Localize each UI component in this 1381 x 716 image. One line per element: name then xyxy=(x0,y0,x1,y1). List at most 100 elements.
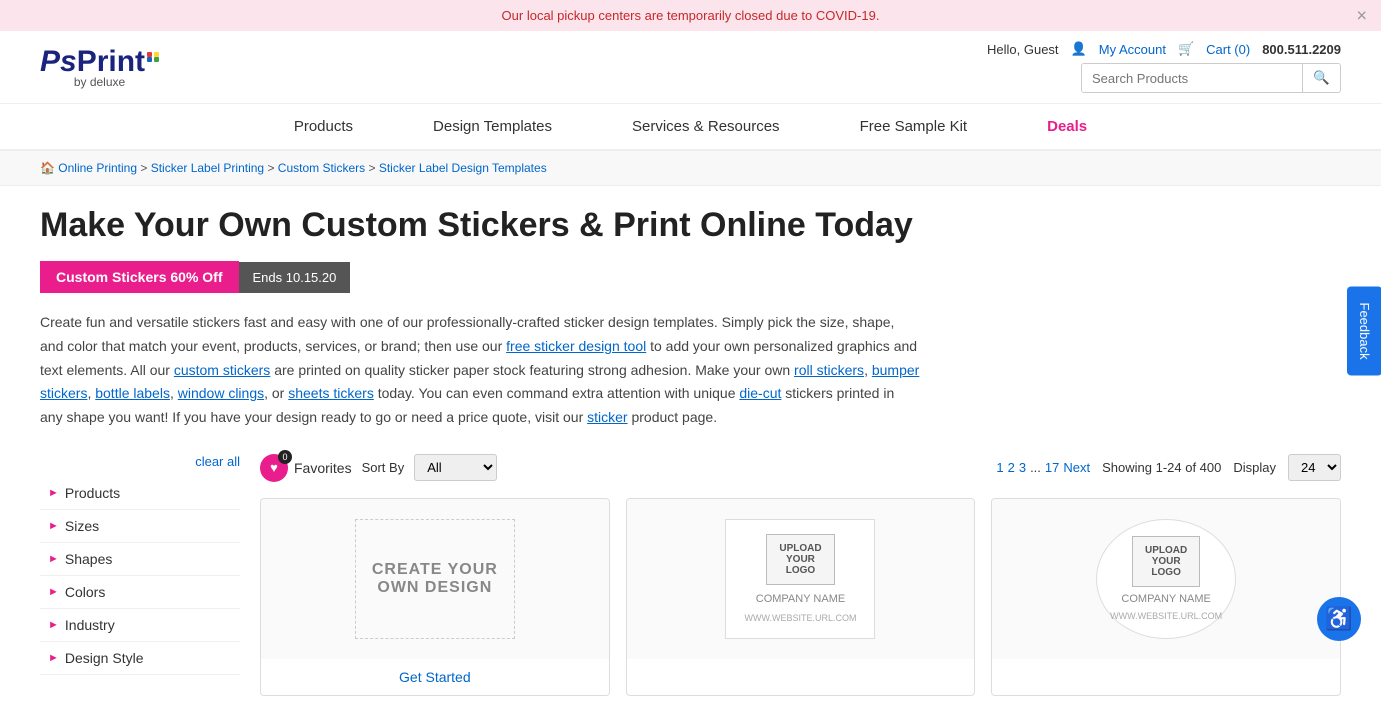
clear-all-button[interactable]: clear all xyxy=(40,454,240,469)
breadcrumb-custom-stickers[interactable]: Custom Stickers xyxy=(278,161,365,175)
product-card-company-rect[interactable]: UPLOADYOURLOGO COMPANY NAME WWW.WEBSITE.… xyxy=(626,498,976,696)
page-next[interactable]: Next xyxy=(1063,460,1090,475)
page-1[interactable]: 1 xyxy=(996,460,1003,475)
nav-link-deals[interactable]: Deals xyxy=(1007,104,1127,149)
search-button[interactable]: 🔍 xyxy=(1302,64,1340,92)
filters-results: clear all ► Products ► Sizes ► Shapes ► … xyxy=(40,454,1341,696)
nav-link-services[interactable]: Services & Resources xyxy=(592,104,820,149)
create-design-box: CREATE YOUROWN DESIGN xyxy=(355,519,515,639)
card-footer-rect xyxy=(627,659,975,679)
arrow-icon: ► xyxy=(48,553,59,565)
description: Create fun and versatile stickers fast a… xyxy=(40,311,920,430)
card-footer-circle xyxy=(992,659,1340,679)
cart-icon: 🛒 xyxy=(1178,41,1194,57)
covid-banner: Our local pickup centers are temporarily… xyxy=(0,0,1381,31)
breadcrumb-sticker-label[interactable]: Sticker Label Printing xyxy=(151,161,264,175)
sort-bar-left: ♥ 0 Favorites Sort By All Newest Popular xyxy=(260,454,497,482)
breadcrumb-sep-3: > xyxy=(368,161,378,175)
nav-link-design-templates[interactable]: Design Templates xyxy=(393,104,592,149)
search-input[interactable] xyxy=(1082,64,1302,92)
filter-industry[interactable]: ► Industry xyxy=(40,609,240,642)
nav-item-design-templates[interactable]: Design Templates xyxy=(393,104,592,149)
page-2[interactable]: 2 xyxy=(1008,460,1015,475)
heart-icon: ♥ 0 xyxy=(260,454,288,482)
card-image-create: CREATE YOUROWN DESIGN xyxy=(261,499,609,659)
feedback-label: Feedback xyxy=(1357,302,1372,359)
promo-bar: Custom Stickers 60% Off Ends 10.15.20 xyxy=(40,261,1341,293)
logo-ps: Ps xyxy=(40,45,77,79)
arrow-icon: ► xyxy=(48,520,59,532)
filter-colors[interactable]: ► Colors xyxy=(40,576,240,609)
favorites-count: 0 xyxy=(278,450,292,464)
nav-item-services[interactable]: Services & Resources xyxy=(592,104,820,149)
header: Ps Print by deluxe Hello, Guest 👤 My Acc… xyxy=(0,31,1381,104)
phone-number: 800.511.2209 xyxy=(1262,42,1341,57)
covid-message: Our local pickup centers are temporarily… xyxy=(502,8,880,23)
bumper-stickers-link[interactable]: bumper stickers xyxy=(40,362,919,402)
nav-link-sample-kit[interactable]: Free Sample Kit xyxy=(820,104,1008,149)
page-17[interactable]: 17 xyxy=(1045,460,1059,475)
custom-stickers-link[interactable]: custom stickers xyxy=(174,362,270,378)
nav-item-sample-kit[interactable]: Free Sample Kit xyxy=(820,104,1008,149)
breadcrumb-design-templates[interactable]: Sticker Label Design Templates xyxy=(379,161,547,175)
products-grid: CREATE YOUROWN DESIGN Get Started UPLOAD… xyxy=(260,498,1341,696)
logo-byline: by deluxe xyxy=(74,75,125,89)
breadcrumb: 🏠 Online Printing > Sticker Label Printi… xyxy=(0,151,1381,186)
logo-dots xyxy=(147,52,159,62)
company-name-circle: COMPANY NAME xyxy=(1121,593,1210,605)
nav-item-deals[interactable]: Deals xyxy=(1007,104,1127,149)
favorites-button[interactable]: ♥ 0 Favorites xyxy=(260,454,352,482)
card-footer-create: Get Started xyxy=(261,659,609,695)
nav-item-products[interactable]: Products xyxy=(254,104,393,149)
arrow-icon: ► xyxy=(48,619,59,631)
filter-list: ► Products ► Sizes ► Shapes ► Colors ► xyxy=(40,477,240,675)
filter-design-style[interactable]: ► Design Style xyxy=(40,642,240,675)
my-account-link[interactable]: My Account xyxy=(1099,42,1166,57)
main-content: Make Your Own Custom Stickers & Print On… xyxy=(0,186,1381,716)
search-bar: 🔍 xyxy=(1081,63,1341,93)
header-right: Hello, Guest 👤 My Account 🛒 Cart (0) 800… xyxy=(987,41,1341,93)
roll-stickers-link[interactable]: roll stickers xyxy=(794,362,864,378)
sheets-tickers-link[interactable]: sheets tickers xyxy=(288,385,374,401)
upload-logo-box-rect: UPLOADYOURLOGO xyxy=(766,534,834,585)
accessibility-button[interactable]: ♿ xyxy=(1317,597,1361,641)
window-clings-link[interactable]: window clings xyxy=(178,385,264,401)
covid-close-button[interactable]: × xyxy=(1356,5,1367,26)
page-3[interactable]: 3 xyxy=(1019,460,1026,475)
product-card-company-circle[interactable]: UPLOADYOURLOGO COMPANY NAME WWW.WEBSITE.… xyxy=(991,498,1341,696)
sort-bar: ♥ 0 Favorites Sort By All Newest Popular xyxy=(260,454,1341,482)
filter-sizes[interactable]: ► Sizes xyxy=(40,510,240,543)
product-card-create: CREATE YOUROWN DESIGN Get Started xyxy=(260,498,610,696)
showing-count: Showing 1-24 of 400 xyxy=(1102,460,1221,475)
breadcrumb-sep-2: > xyxy=(267,161,277,175)
die-cut-link[interactable]: die-cut xyxy=(739,385,781,401)
sort-by-label: Sort By xyxy=(362,460,405,475)
breadcrumb-online-printing[interactable]: Online Printing xyxy=(58,161,137,175)
logo[interactable]: Ps Print by deluxe xyxy=(40,45,159,89)
main-nav: Products Design Templates Services & Res… xyxy=(0,104,1381,151)
free-sticker-tool-link[interactable]: free sticker design tool xyxy=(506,338,646,354)
website-circle: WWW.WEBSITE.URL.COM xyxy=(1110,611,1222,621)
sort-select[interactable]: All Newest Popular xyxy=(414,454,497,481)
card-image-company-rect: UPLOADYOURLOGO COMPANY NAME WWW.WEBSITE.… xyxy=(627,499,975,659)
filter-shapes[interactable]: ► Shapes xyxy=(40,543,240,576)
nav-link-products[interactable]: Products xyxy=(254,104,393,149)
user-icon: 👤 xyxy=(1071,41,1087,57)
bottle-labels-link[interactable]: bottle labels xyxy=(95,385,170,401)
cart-link[interactable]: Cart (0) xyxy=(1206,42,1250,57)
header-top-links: Hello, Guest 👤 My Account 🛒 Cart (0) 800… xyxy=(987,41,1341,57)
display-select[interactable]: 24 48 96 xyxy=(1288,454,1341,481)
get-started-link[interactable]: Get Started xyxy=(399,669,471,685)
filter-label-industry: Industry xyxy=(65,617,115,633)
arrow-icon: ► xyxy=(48,586,59,598)
filter-label-colors: Colors xyxy=(65,584,105,600)
filter-label-shapes: Shapes xyxy=(65,551,112,567)
sticker-page-link[interactable]: sticker xyxy=(587,409,627,425)
search-icon: 🔍 xyxy=(1313,70,1330,85)
filter-products[interactable]: ► Products xyxy=(40,477,240,510)
feedback-tab[interactable]: Feedback xyxy=(1347,286,1381,375)
pagination: 1 2 3 ... 17 Next xyxy=(996,460,1090,475)
filter-label-sizes: Sizes xyxy=(65,518,99,534)
breadcrumb-sep-1: > xyxy=(140,161,150,175)
page-ellipsis: ... xyxy=(1030,460,1041,475)
